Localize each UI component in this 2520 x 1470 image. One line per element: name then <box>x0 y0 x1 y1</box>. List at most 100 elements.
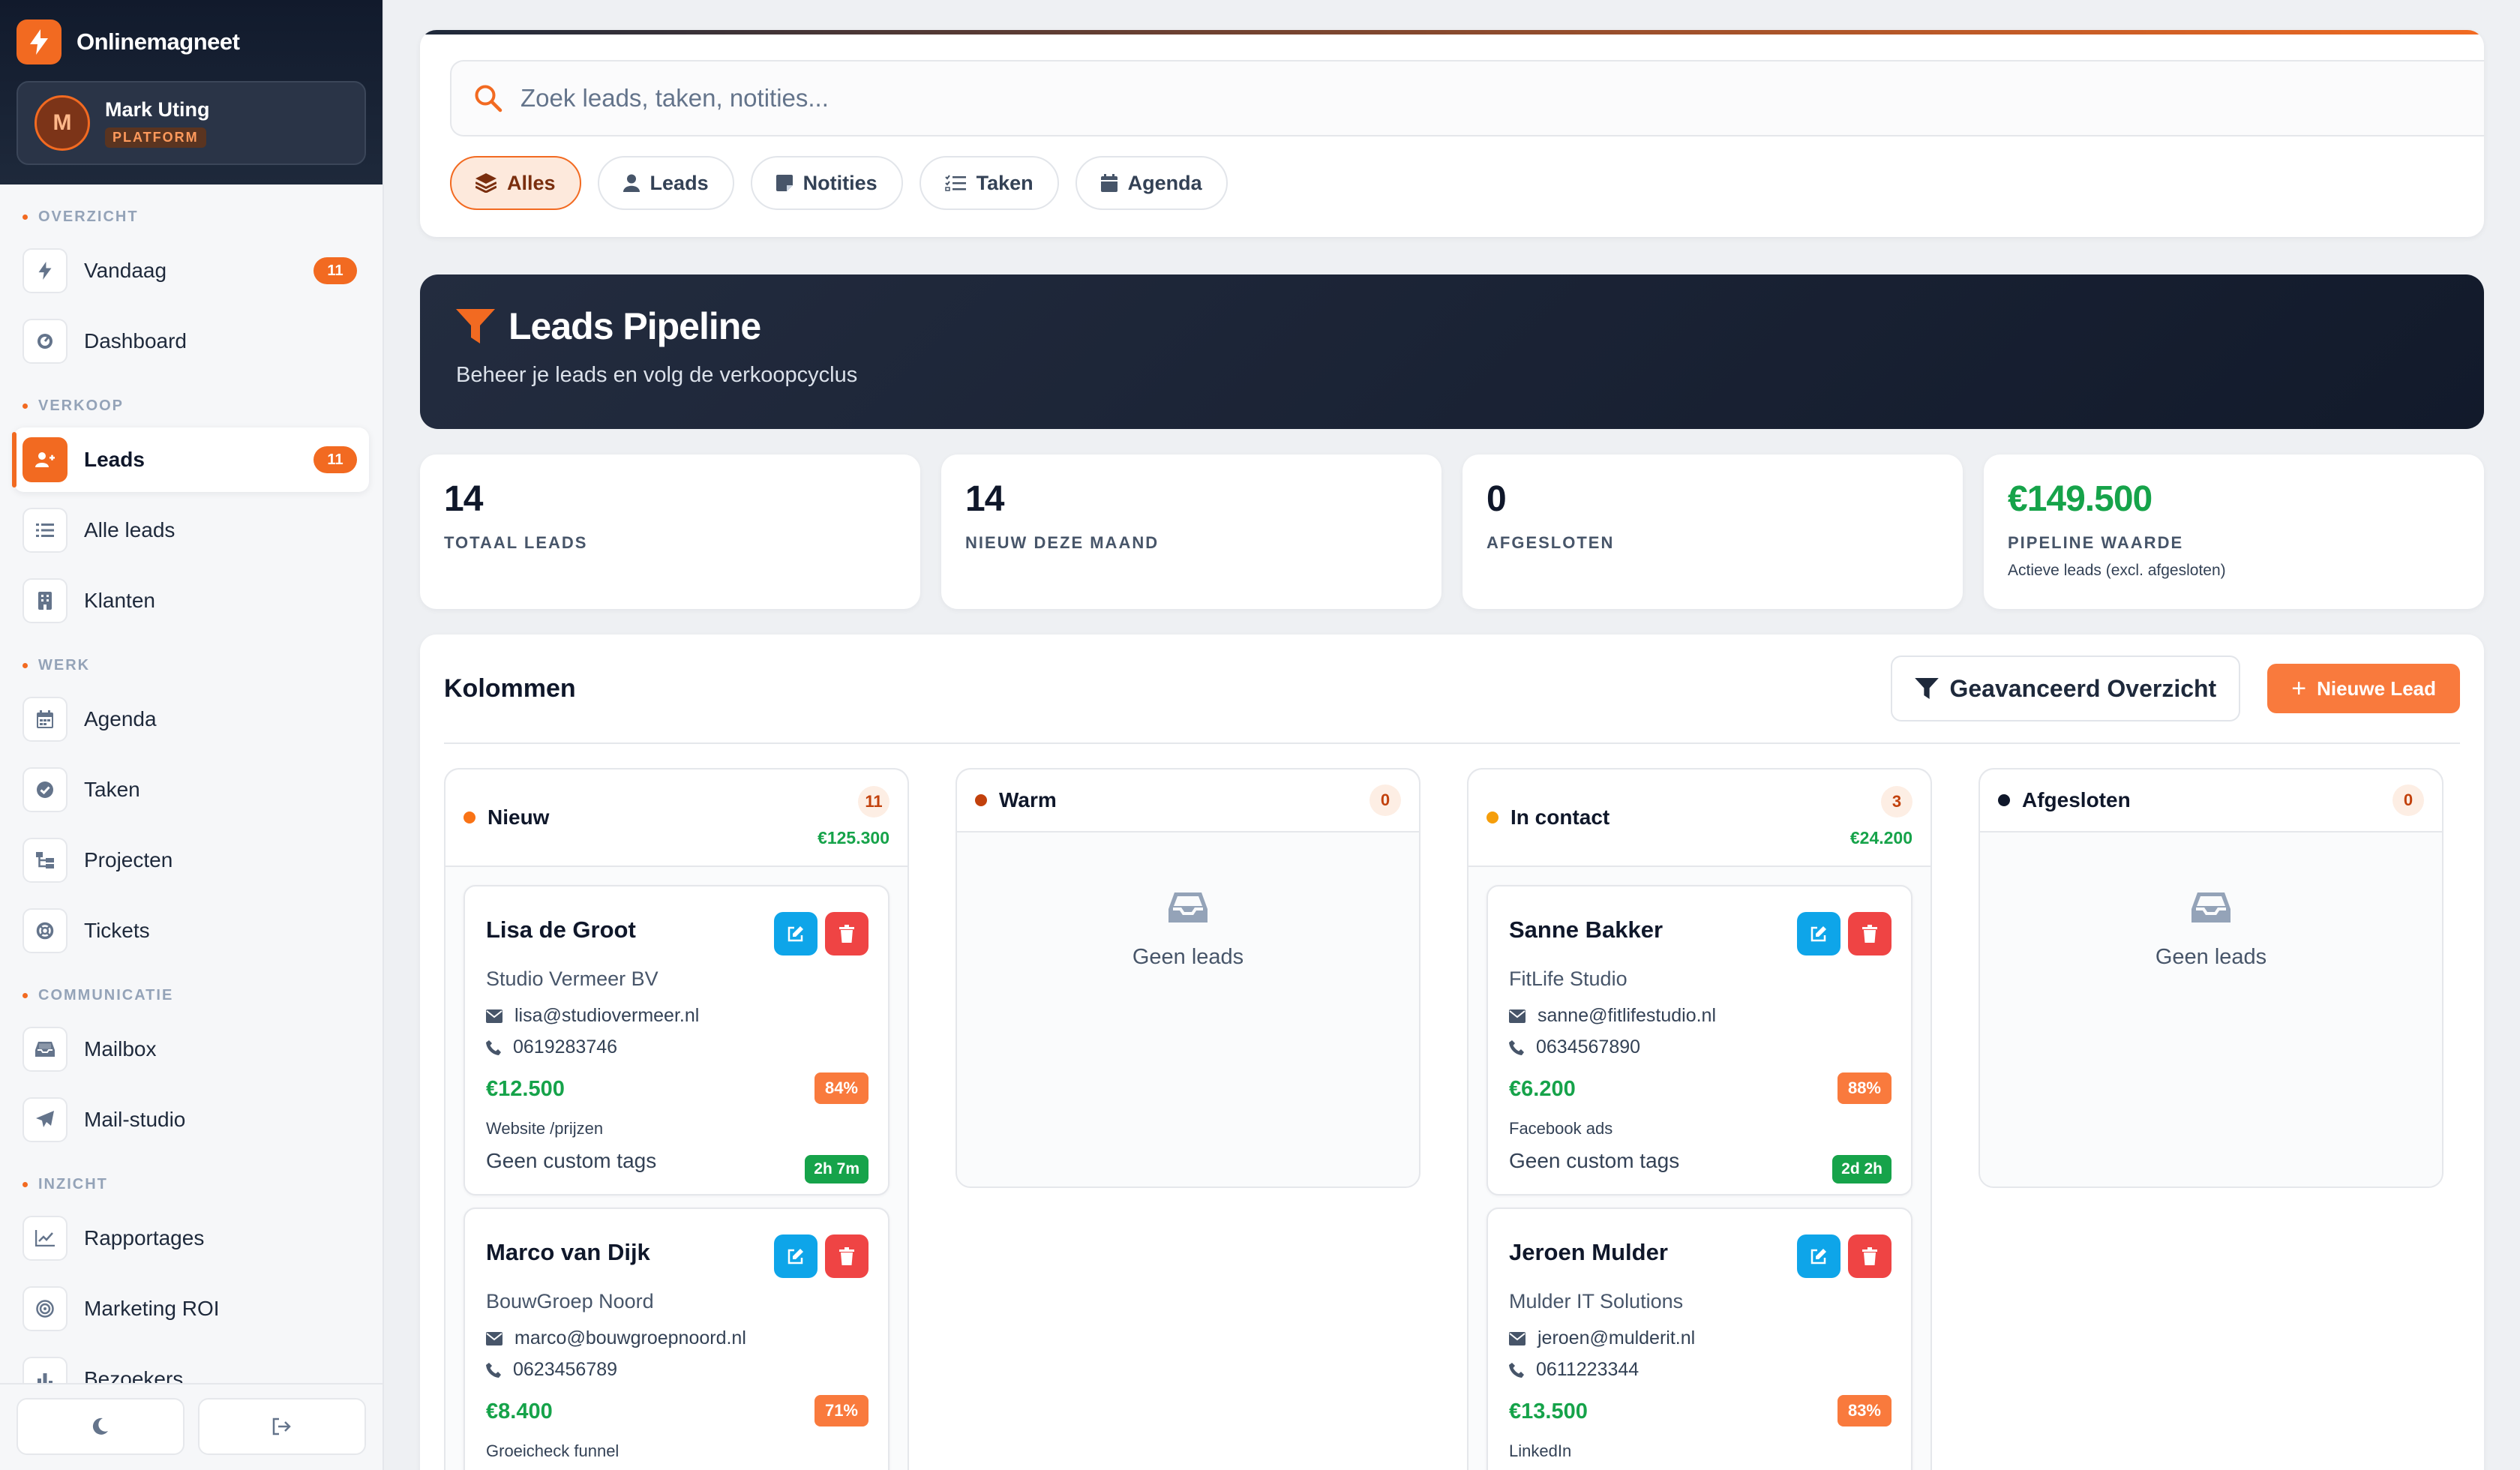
user-icon <box>622 174 640 192</box>
board-header: Kolommen Geavanceerd Overzicht + Nieuwe … <box>444 634 2460 744</box>
sidebar-item-label: Dashboard <box>84 329 187 352</box>
lead-card[interactable]: Jeroen Mulder Mulder IT Solutions jeroen… <box>1486 1208 1912 1470</box>
lead-tags: Geen custom tags <box>1509 1149 1680 1172</box>
sidebar-item-klanten[interactable]: Klanten <box>14 568 369 633</box>
trash-icon <box>839 925 854 943</box>
column-title: In contact <box>1510 806 1610 829</box>
lead-name: Sanne Bakker <box>1509 916 1664 943</box>
layers-icon <box>476 173 496 193</box>
filter-alles[interactable]: Alles <box>450 156 581 210</box>
lead-card[interactable]: Marco van Dijk BouwGroep Noord marco@bou… <box>464 1208 890 1470</box>
sidebar-item-dashboard[interactable]: Dashboard <box>14 309 369 374</box>
lead-email[interactable]: marco@bouwgroepnoord.nl <box>486 1328 746 1349</box>
phone-icon <box>1509 1040 1524 1055</box>
nav-section-werk: WERK <box>14 633 369 681</box>
lead-email[interactable]: sanne@fitlifestudio.nl <box>1509 1005 1716 1027</box>
sidebar-item-label: Alle leads <box>84 518 176 542</box>
stat-value: 0 <box>1486 479 1507 519</box>
new-lead-button[interactable]: + Nieuwe Lead <box>2267 664 2460 713</box>
delete-lead-button[interactable] <box>825 1234 868 1278</box>
sidebar-item-leads[interactable]: Leads 11 <box>12 428 369 492</box>
delete-lead-button[interactable] <box>1848 1234 1892 1278</box>
sidebar-item-label: Taken <box>84 778 140 801</box>
inbox-icon <box>22 1027 68 1072</box>
lead-company: FitLife Studio <box>1509 968 1628 990</box>
filter-notities[interactable]: Notities <box>750 156 903 210</box>
bullseye-icon <box>22 1286 68 1331</box>
edit-icon <box>1810 1249 1826 1264</box>
empty-text: Geen leads <box>2155 945 2267 969</box>
sidebar-item-rapportages[interactable]: Rapportages <box>14 1206 369 1270</box>
life-ring-icon <box>22 908 68 953</box>
envelope-icon <box>1509 1009 1526 1023</box>
delete-lead-button[interactable] <box>825 912 868 956</box>
user-plus-icon <box>22 437 68 482</box>
edit-lead-button[interactable] <box>1797 1234 1840 1278</box>
sidebar-item-label: Agenda <box>84 707 157 730</box>
edit-icon <box>1810 926 1826 942</box>
column-empty-state: Geen leads <box>957 832 1419 1152</box>
count-badge: 11 <box>314 446 357 473</box>
check-circle-icon <box>22 767 68 812</box>
sidebar-item-label: Projecten <box>84 848 173 872</box>
sidebar-item-alle-leads[interactable]: Alle leads <box>14 498 369 562</box>
chart-line-icon <box>22 1216 68 1261</box>
user-card[interactable]: M Mark Uting PLATFORM <box>16 81 366 165</box>
stat-value: 14 <box>965 479 1004 519</box>
lead-phone[interactable]: 0611223344 <box>1509 1359 1639 1381</box>
sidebar-item-tickets[interactable]: Tickets <box>14 898 369 963</box>
sidebar-item-label: Marketing ROI <box>84 1297 220 1320</box>
brand[interactable]: Onlinemagneet <box>16 20 366 64</box>
sidebar-item-label: Klanten <box>84 589 155 612</box>
filter-leads[interactable]: Leads <box>597 156 734 210</box>
column-in-contact: In contact 3 €24.200 Sanne Bakker FitLif… <box>1467 768 1932 1470</box>
page-banner: Leads Pipeline Beheer je leads en volg d… <box>420 274 2484 429</box>
kanban-board: Kolommen Geavanceerd Overzicht + Nieuwe … <box>420 634 2484 1470</box>
filter-taken[interactable]: Taken <box>919 156 1059 210</box>
lead-age-badge: 2d 2h <box>1832 1155 1892 1184</box>
column-header: Nieuw 11 €125.300 <box>446 770 908 867</box>
stat-value: €149.500 <box>2008 479 2152 519</box>
search-placeholder: Zoek leads, taken, notities... <box>520 84 829 112</box>
edit-lead-button[interactable] <box>774 1234 818 1278</box>
sidebar-item-marketing-roi[interactable]: Marketing ROI <box>14 1276 369 1341</box>
lead-score-badge: 83% <box>1837 1395 1892 1426</box>
nav-section-communicatie: COMMUNICATIE <box>14 963 369 1011</box>
envelope-icon <box>486 1009 502 1023</box>
sidebar-nav: OVERZICHT Vandaag 11 Dashboard VERKOOP L… <box>0 184 382 1412</box>
sidebar-item-mailbox[interactable]: Mailbox <box>14 1017 369 1082</box>
sidebar-item-taken[interactable]: Taken <box>14 758 369 822</box>
filter-agenda[interactable]: Agenda <box>1075 156 1228 210</box>
sidebar-item-label: Rapportages <box>84 1226 205 1250</box>
lead-company: Mulder IT Solutions <box>1509 1290 1684 1312</box>
funnel-icon <box>456 309 495 344</box>
theme-toggle-button[interactable] <box>16 1398 184 1455</box>
delete-lead-button[interactable] <box>1848 912 1892 956</box>
trash-icon <box>1862 1247 1877 1265</box>
moon-icon <box>92 1418 108 1435</box>
sidebar-item-agenda[interactable]: Agenda <box>14 687 369 752</box>
logout-button[interactable] <box>198 1398 366 1455</box>
tasks-icon <box>944 175 966 191</box>
lead-card[interactable]: Lisa de Groot Studio Vermeer BV lisa@stu… <box>464 885 890 1196</box>
search-icon <box>475 85 502 112</box>
lead-email[interactable]: jeroen@mulderit.nl <box>1509 1328 1695 1349</box>
note-icon <box>776 175 793 191</box>
sidebar-item-projecten[interactable]: Projecten <box>14 828 369 892</box>
advanced-overview-button[interactable]: Geavanceerd Overzicht <box>1891 656 2241 722</box>
sidebar-item-vandaag[interactable]: Vandaag 11 <box>14 238 369 303</box>
lead-phone[interactable]: 0619283746 <box>486 1036 617 1058</box>
stat-label: TOTAAL LEADS <box>444 533 588 552</box>
search-input[interactable]: Zoek leads, taken, notities... <box>450 60 2484 136</box>
lead-phone[interactable]: 0623456789 <box>486 1359 617 1381</box>
lead-phone[interactable]: 0634567890 <box>1509 1036 1640 1058</box>
edit-lead-button[interactable] <box>1797 912 1840 956</box>
lead-card[interactable]: Sanne Bakker FitLife Studio sanne@fitlif… <box>1486 885 1912 1196</box>
sidebar-item-mail-studio[interactable]: Mail-studio <box>14 1088 369 1152</box>
lead-email[interactable]: lisa@studiovermeer.nl <box>486 1005 699 1027</box>
column-title: Nieuw <box>488 806 550 829</box>
lead-source: LinkedIn <box>1509 1442 1572 1460</box>
main-content: Zoek leads, taken, notities... Alles Lea… <box>420 30 2484 1470</box>
column-cards: Sanne Bakker FitLife Studio sanne@fitlif… <box>1468 867 1930 1470</box>
edit-lead-button[interactable] <box>774 912 818 956</box>
